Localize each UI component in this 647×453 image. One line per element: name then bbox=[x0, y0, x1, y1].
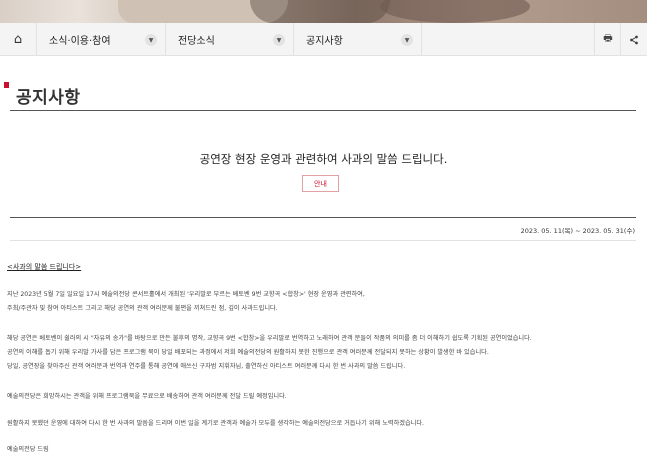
home-icon[interactable]: ⌂ bbox=[0, 23, 36, 56]
chevron-down-icon: ▼ bbox=[401, 34, 413, 46]
menu-select-section[interactable]: 전당소식 ▼ bbox=[165, 23, 293, 56]
body-paragraph: 주최/주관자 및 참여 아티스트 그리고 해당 공연의 관객 여러분께 불편을 … bbox=[7, 305, 278, 312]
hero-banner-image bbox=[0, 0, 647, 23]
body-signature: 예술의전당 드림 bbox=[7, 446, 49, 453]
body-title: <사과의 말씀 드립니다> bbox=[7, 263, 82, 271]
body-paragraph: 당일, 공연장을 찾아주신 관객 여러분과 번역과 연주를 통해 공연에 애쓰신… bbox=[7, 363, 406, 370]
sub-navigation-bar: ⌂ 소식·이용·참여 ▼ 전당소식 ▼ 공지사항 ▼ 🖶 bbox=[0, 23, 647, 56]
body-paragraph: 공연의 이해를 돕기 위해 우리말 가사를 담은 프로그램 북이 당일 배포되는… bbox=[7, 349, 489, 356]
nav-spacer bbox=[421, 23, 594, 56]
body-paragraph: 지난 2023년 5월 7일 일요일 17시 예술의전당 콘서트홀에서 개최된 … bbox=[7, 291, 365, 298]
body-divider bbox=[10, 240, 636, 241]
body-paragraph: 원활하지 못했던 운영에 대하여 다시 한 번 사과의 말씀을 드리며 이번 일… bbox=[7, 420, 425, 427]
notice-date-range: 2023. 05. 11(목) ~ 2023. 05. 31(수) bbox=[520, 227, 635, 235]
menu-select-page-label: 공지사항 bbox=[306, 36, 343, 47]
menu-select-section-label: 전당소식 bbox=[178, 36, 215, 47]
menu-select-page[interactable]: 공지사항 ▼ bbox=[293, 23, 421, 56]
print-icon[interactable]: 🖶 bbox=[594, 23, 621, 56]
chevron-down-icon: ▼ bbox=[273, 34, 285, 46]
title-divider bbox=[10, 110, 636, 111]
menu-select-category[interactable]: 소식·이용·참여 ▼ bbox=[36, 23, 165, 56]
body-paragraph: 해당 공연은 베토벤이 쉴러의 시 "자유의 송가"를 바탕으로 만든 불후의 … bbox=[7, 335, 532, 342]
category-badge: 안내 bbox=[302, 175, 339, 192]
page-title: 공지사항 bbox=[16, 88, 81, 108]
menu-select-category-label: 소식·이용·참여 bbox=[49, 36, 111, 47]
body-paragraph: 예술의전당은 희망하시는 관객을 위해 프로그램북을 무료으로 배송하여 관객 … bbox=[7, 393, 287, 400]
notice-divider bbox=[10, 217, 636, 218]
notice-heading: 공연장 현장 운영과 관련하여 사과의 말씀 드립니다. bbox=[199, 152, 448, 166]
share-icon[interactable] bbox=[620, 23, 647, 56]
chevron-down-icon: ▼ bbox=[145, 34, 157, 46]
